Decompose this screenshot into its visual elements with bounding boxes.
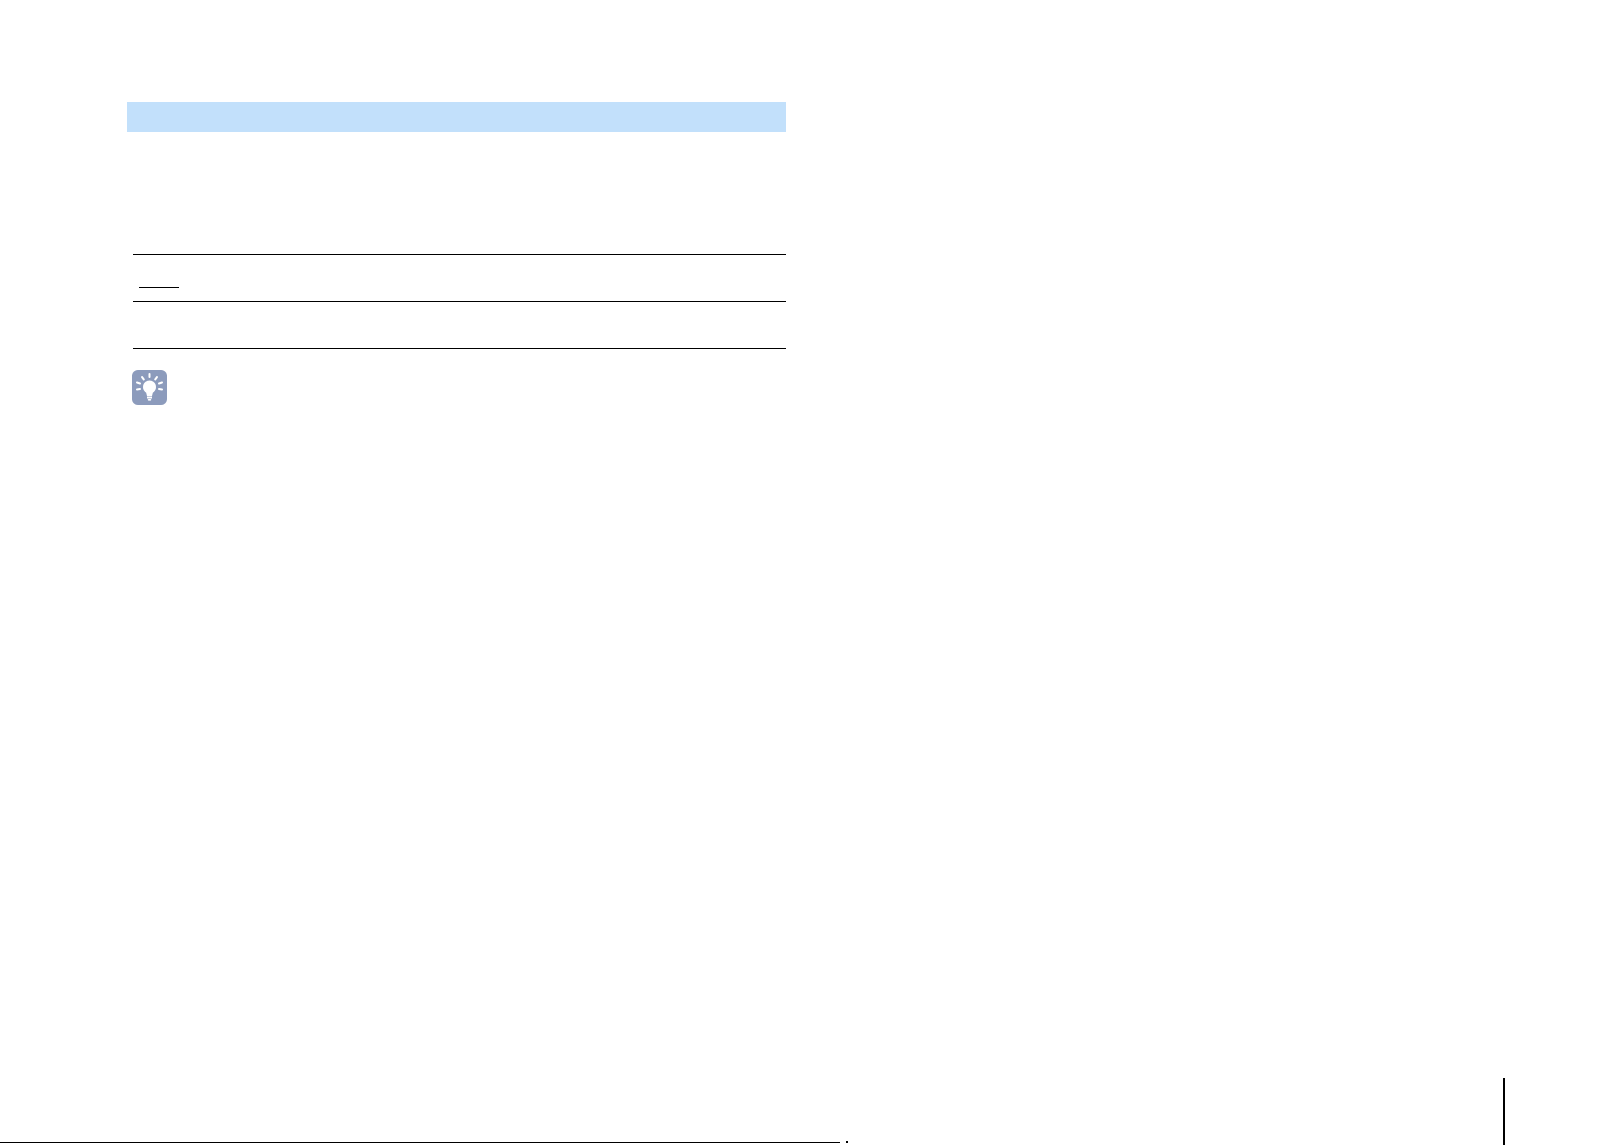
table-top-rule bbox=[133, 254, 786, 255]
footer-rule bbox=[0, 1142, 840, 1143]
section-body-text bbox=[133, 150, 783, 240]
page-number-marker bbox=[1503, 1078, 1505, 1145]
underlined-reference[interactable] bbox=[139, 287, 179, 288]
section-header bbox=[127, 102, 786, 132]
lightbulb-icon bbox=[132, 370, 167, 405]
footer-tick-mark bbox=[846, 1141, 848, 1143]
table-row-divider bbox=[133, 301, 786, 302]
table-bottom-rule bbox=[133, 348, 786, 349]
